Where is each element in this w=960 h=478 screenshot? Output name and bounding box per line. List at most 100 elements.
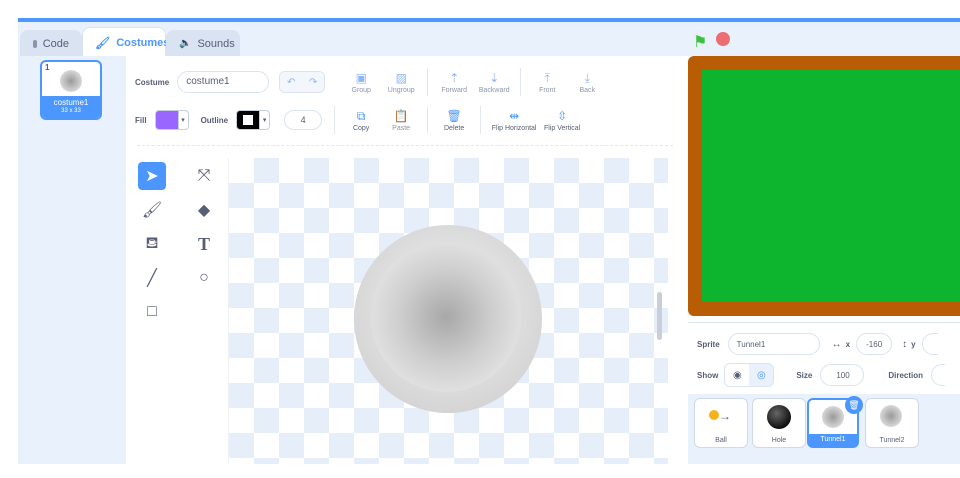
x-arrow-icon: ↔ bbox=[831, 338, 842, 350]
stage-canvas[interactable] bbox=[702, 70, 960, 302]
back-icon: ⤓ bbox=[584, 70, 590, 85]
tunnel-inner-circle[interactable] bbox=[371, 242, 521, 392]
front-button[interactable]: ⤒ Front bbox=[527, 71, 567, 94]
divider bbox=[427, 68, 429, 96]
sprite-name: Ball bbox=[715, 437, 727, 444]
forward-icon: ⇡ bbox=[449, 70, 460, 85]
tab-costumes-label: Costumes bbox=[116, 36, 170, 49]
back-label: Back bbox=[579, 86, 596, 94]
costume-name-label: Costume bbox=[135, 77, 170, 87]
paste-label: Paste bbox=[392, 124, 411, 132]
undo-redo-group: ↶ ↷ bbox=[279, 71, 326, 93]
tunnel1-thumbnail bbox=[822, 406, 844, 428]
speaker-icon: 🔈 bbox=[179, 38, 192, 49]
page-bottom bbox=[18, 464, 960, 478]
x-label: x bbox=[845, 339, 851, 349]
redo-icon[interactable]: ↷ bbox=[302, 72, 325, 92]
sprite-name: Tunnel1 bbox=[809, 434, 857, 446]
tab-costumes[interactable]: 🖌 Costumes bbox=[82, 27, 170, 57]
circle-tool[interactable]: ○ bbox=[190, 264, 218, 292]
line-icon: ╱ bbox=[147, 270, 157, 287]
sprite-info-row-2: Show ◉ ◎ Size 100 Direction bbox=[697, 363, 946, 387]
costume-number: 1 bbox=[45, 63, 50, 72]
hole-thumbnail bbox=[767, 405, 791, 429]
delete-sprite-icon[interactable]: 🗑 bbox=[845, 396, 863, 414]
eye-icon[interactable]: ◉ bbox=[725, 364, 750, 386]
brush-tool[interactable]: 🖌 bbox=[138, 196, 166, 224]
toolbar-row-top: Costume costume1 ↶ ↷ ▣ Group ▨ Ungroup ⇡… bbox=[135, 68, 607, 96]
direction-label: Direction bbox=[888, 370, 924, 380]
tab-code-label: Code bbox=[42, 37, 69, 50]
fill-icon: ⛾ bbox=[145, 235, 159, 252]
toolbar-divider bbox=[137, 145, 673, 146]
rectangle-icon: □ bbox=[147, 303, 157, 320]
rectangle-tool[interactable]: □ bbox=[138, 298, 166, 326]
flip-horizontal-label: Flip Horizontal bbox=[491, 124, 537, 132]
ungroup-button[interactable]: ▨ Ungroup bbox=[381, 71, 421, 94]
scratch-editor: Code 🖌 Costumes 🔈 Sounds 1 costume1 33 x… bbox=[0, 0, 960, 478]
fill-tool[interactable]: ⛾ bbox=[138, 230, 166, 258]
tunnel2-thumbnail bbox=[880, 405, 902, 427]
tab-sounds[interactable]: 🔈 Sounds bbox=[166, 30, 240, 56]
size-input[interactable]: 100 bbox=[820, 364, 865, 386]
copy-button[interactable]: ⧉ Copy bbox=[341, 109, 381, 132]
backward-button[interactable]: ⇣ Backward bbox=[474, 71, 514, 94]
fill-color-picker[interactable]: ▾ bbox=[154, 110, 189, 130]
eye-hidden-icon[interactable]: ◎ bbox=[749, 364, 774, 386]
sprite-name-input[interactable]: Tunnel1 bbox=[727, 333, 820, 355]
group-button[interactable]: ▣ Group bbox=[341, 71, 381, 94]
forward-button[interactable]: ⇡ Forward bbox=[434, 71, 474, 94]
eraser-icon: ◆ bbox=[197, 202, 211, 219]
backward-label: Backward bbox=[478, 86, 510, 94]
direction-input[interactable] bbox=[931, 364, 946, 386]
flip-vertical-label: Flip Vertical bbox=[544, 124, 581, 132]
text-icon: T bbox=[197, 233, 210, 254]
y-input[interactable] bbox=[921, 333, 938, 355]
x-input[interactable]: -160 bbox=[856, 333, 893, 355]
backward-icon: ⇣ bbox=[489, 70, 500, 85]
delete-button[interactable]: 🗑 Delete bbox=[434, 109, 474, 132]
tab-code[interactable]: Code bbox=[20, 30, 82, 56]
costume-tile[interactable]: 1 costume1 33 x 33 bbox=[40, 60, 102, 120]
costume-thumbnail bbox=[60, 70, 82, 92]
costume-name-input[interactable]: costume1 bbox=[177, 71, 270, 93]
outline-swatch bbox=[236, 110, 261, 130]
outline-color-picker[interactable]: ▾ bbox=[236, 110, 271, 130]
outline-label: Outline bbox=[200, 115, 229, 125]
sprite-card-hole[interactable]: Hole bbox=[752, 398, 806, 448]
flip-horizontal-button[interactable]: ⇹ Flip Horizontal bbox=[487, 109, 541, 132]
delete-label: Delete bbox=[444, 124, 465, 132]
reshape-tool[interactable]: ⤧ bbox=[190, 162, 218, 190]
canvas-scrollbar[interactable] bbox=[657, 292, 662, 340]
fill-swatch bbox=[154, 110, 179, 130]
flip-vertical-button[interactable]: ⇳ Flip Vertical bbox=[541, 109, 583, 132]
sprite-label: Sprite bbox=[697, 339, 720, 349]
outline-width-input[interactable]: 4 bbox=[284, 110, 323, 130]
ball-icon bbox=[709, 410, 719, 420]
circle-icon: ○ bbox=[199, 269, 209, 286]
chevron-down-icon: ▾ bbox=[178, 110, 189, 130]
undo-icon[interactable]: ↶ bbox=[280, 72, 303, 92]
stop-icon[interactable] bbox=[716, 32, 730, 46]
line-tool[interactable]: ╱ bbox=[138, 264, 166, 292]
sprite-card-ball[interactable]: → Ball bbox=[694, 398, 748, 448]
costume-tile-name: costume1 bbox=[53, 98, 89, 107]
code-icon bbox=[33, 39, 37, 48]
paste-button[interactable]: 📋 Paste bbox=[381, 109, 421, 132]
group-label: Group bbox=[351, 86, 371, 94]
sprite-card-tunnel2[interactable]: Tunnel2 bbox=[865, 398, 919, 448]
green-flag-icon[interactable]: ⚑ bbox=[693, 32, 707, 52]
ball-thumbnail: → bbox=[709, 409, 731, 423]
back-button[interactable]: ⤓ Back bbox=[567, 71, 607, 94]
size-label: Size bbox=[796, 370, 813, 380]
group-icon: ▣ bbox=[355, 70, 367, 85]
eraser-tool[interactable]: ◆ bbox=[190, 196, 218, 224]
text-tool[interactable]: T bbox=[190, 230, 218, 258]
front-icon: ⤒ bbox=[544, 70, 550, 85]
y-label: y bbox=[911, 339, 916, 349]
flip-vertical-icon: ⇳ bbox=[557, 108, 568, 123]
select-tool[interactable]: ➤ bbox=[138, 162, 166, 190]
toolbar-row-bottom: Fill ▾ Outline ▾ 4 ⧉ Copy 📋 Paste 🗑 Dele… bbox=[135, 106, 583, 134]
y-arrow-icon: ↕ bbox=[902, 338, 908, 350]
costume-tile-label: costume1 33 x 33 bbox=[42, 96, 100, 118]
